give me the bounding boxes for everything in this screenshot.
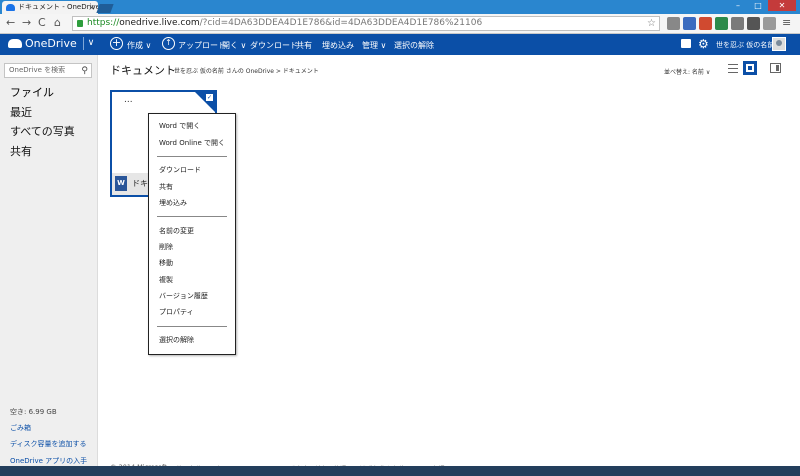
sidebar-item-shared[interactable]: 共有: [10, 143, 32, 159]
search-icon[interactable]: ⚲: [81, 65, 88, 78]
home-button[interactable]: ⌂: [54, 16, 61, 29]
user-name[interactable]: 世を忍ぶ 仮の名前: [716, 40, 774, 50]
extension-icon[interactable]: [667, 17, 680, 30]
checkbox-checked-icon[interactable]: ✓: [206, 94, 213, 101]
extension-icon[interactable]: [715, 17, 728, 30]
list-view-icon[interactable]: [728, 64, 738, 73]
onedrive-command-bar: OneDrive ∨ + 作成 ∨ ↑ アップロード 開く ∨ ダウンロード 共…: [0, 34, 800, 55]
cloud-icon: [8, 39, 22, 48]
sidebar-item-all-photos[interactable]: すべての写真: [10, 123, 75, 139]
bookmark-star-icon[interactable]: ☆: [647, 17, 656, 30]
search-input[interactable]: OneDrive を検索 ⚲: [4, 63, 92, 78]
create-plus-icon: +: [110, 36, 123, 50]
tiles-view-icon[interactable]: [743, 61, 757, 75]
minimize-button[interactable]: –: [728, 0, 748, 11]
os-taskbar: [0, 466, 800, 476]
maximize-button[interactable]: □: [748, 0, 768, 11]
upload-button[interactable]: アップロード: [178, 40, 226, 51]
menu-item-download[interactable]: ダウンロード: [159, 165, 201, 175]
manage-menu[interactable]: 管理 ∨: [362, 40, 386, 51]
new-tab-button[interactable]: [96, 4, 114, 13]
window-close-button[interactable]: ✕: [768, 0, 796, 11]
download-button[interactable]: ダウンロード: [250, 40, 298, 51]
notifications-icon[interactable]: [681, 39, 691, 48]
url-path: /?cid=4DA63DDEA4D1E786&id=4DA63DDEA4D1E7…: [199, 18, 483, 28]
sidebar: OneDrive を検索 ⚲ ファイル 最近 すべての写真 共有 空き: 6.9…: [0, 55, 98, 476]
recycle-bin-link[interactable]: ごみ箱: [10, 423, 31, 433]
page-title: ドキュメント: [110, 64, 176, 77]
extension-icon[interactable]: [731, 17, 744, 30]
storage-free: 空き: 6.99 GB: [10, 408, 57, 416]
extension-icon[interactable]: [747, 17, 760, 30]
browser-tab-bar: ドキュメント - OneDrive × – □ ✕: [0, 0, 800, 14]
menu-item-delete[interactable]: 削除: [159, 242, 173, 252]
sidebar-item-recent[interactable]: 最近: [10, 104, 32, 120]
clear-selection-button[interactable]: 選択の解除: [394, 40, 434, 51]
menu-divider: [157, 156, 227, 157]
onedrive-logo-text: OneDrive: [25, 37, 77, 50]
app-switcher-chevron-icon[interactable]: ∨: [82, 37, 94, 50]
get-apps-link[interactable]: OneDrive アプリの入手: [10, 456, 87, 466]
browser-menu-icon[interactable]: ≡: [782, 16, 791, 29]
url-scheme: https://: [87, 18, 120, 28]
lock-icon: [77, 20, 83, 27]
sort-menu[interactable]: 並べ替え: 名前 ∨: [664, 67, 710, 76]
menu-divider: [157, 326, 227, 327]
upload-icon: ↑: [162, 37, 175, 50]
menu-item-version-history[interactable]: バージョン履歴: [159, 291, 208, 301]
tab-close-icon[interactable]: ×: [88, 1, 95, 14]
window-controls: – □ ✕: [728, 0, 796, 12]
url-host: onedrive.live.com: [119, 18, 200, 28]
open-menu[interactable]: 開く ∨: [222, 40, 246, 51]
browser-tab[interactable]: ドキュメント - OneDrive ×: [2, 1, 98, 14]
sidebar-item-files[interactable]: ファイル: [10, 84, 54, 100]
url-field[interactable]: https://onedrive.live.com/?cid=4DA63DDEA…: [72, 16, 660, 31]
tile-preview: ...: [124, 95, 133, 105]
extension-icon[interactable]: [699, 17, 712, 30]
menu-item-copy[interactable]: 複製: [159, 275, 173, 285]
create-menu[interactable]: 作成 ∨: [127, 40, 151, 51]
forward-button[interactable]: →: [22, 16, 31, 29]
details-pane-icon[interactable]: [770, 63, 781, 73]
embed-button[interactable]: 埋め込み: [322, 40, 354, 51]
onedrive-logo[interactable]: OneDrive ∨: [8, 37, 94, 50]
breadcrumb[interactable]: 世を忍ぶ 仮の名前 さんの OneDrive > ドキュメント: [174, 66, 319, 75]
menu-divider: [157, 216, 227, 217]
menu-item-embed[interactable]: 埋め込み: [159, 198, 187, 208]
back-button[interactable]: ←: [6, 16, 15, 29]
word-doc-icon: W: [115, 176, 127, 191]
menu-item-clear-selection[interactable]: 選択の解除: [159, 335, 194, 345]
gear-icon[interactable]: ⚙: [698, 37, 709, 51]
menu-item-open-in-word[interactable]: Word で開く: [159, 121, 200, 131]
menu-item-share[interactable]: 共有: [159, 182, 173, 192]
menu-item-open-in-word-online[interactable]: Word Online で開く: [159, 138, 225, 148]
context-menu: Word で開く Word Online で開く ダウンロード 共有 埋め込み …: [148, 113, 236, 355]
address-toolbar: ← → C ⌂ https://onedrive.live.com/?cid=4…: [0, 14, 800, 34]
avatar[interactable]: [772, 37, 786, 51]
menu-item-properties[interactable]: プロパティ: [159, 307, 194, 317]
add-storage-link[interactable]: ディスク容量を追加する: [10, 439, 87, 449]
extension-icon[interactable]: [763, 17, 776, 30]
menu-item-move[interactable]: 移動: [159, 258, 173, 268]
extension-icon[interactable]: [683, 17, 696, 30]
menu-item-rename[interactable]: 名前の変更: [159, 226, 194, 236]
search-placeholder: OneDrive を検索: [9, 66, 66, 74]
onedrive-favicon-icon: [6, 4, 15, 11]
tab-title: ドキュメント - OneDrive: [18, 3, 98, 11]
reload-button[interactable]: C: [38, 16, 46, 29]
share-button[interactable]: 共有: [296, 40, 312, 51]
